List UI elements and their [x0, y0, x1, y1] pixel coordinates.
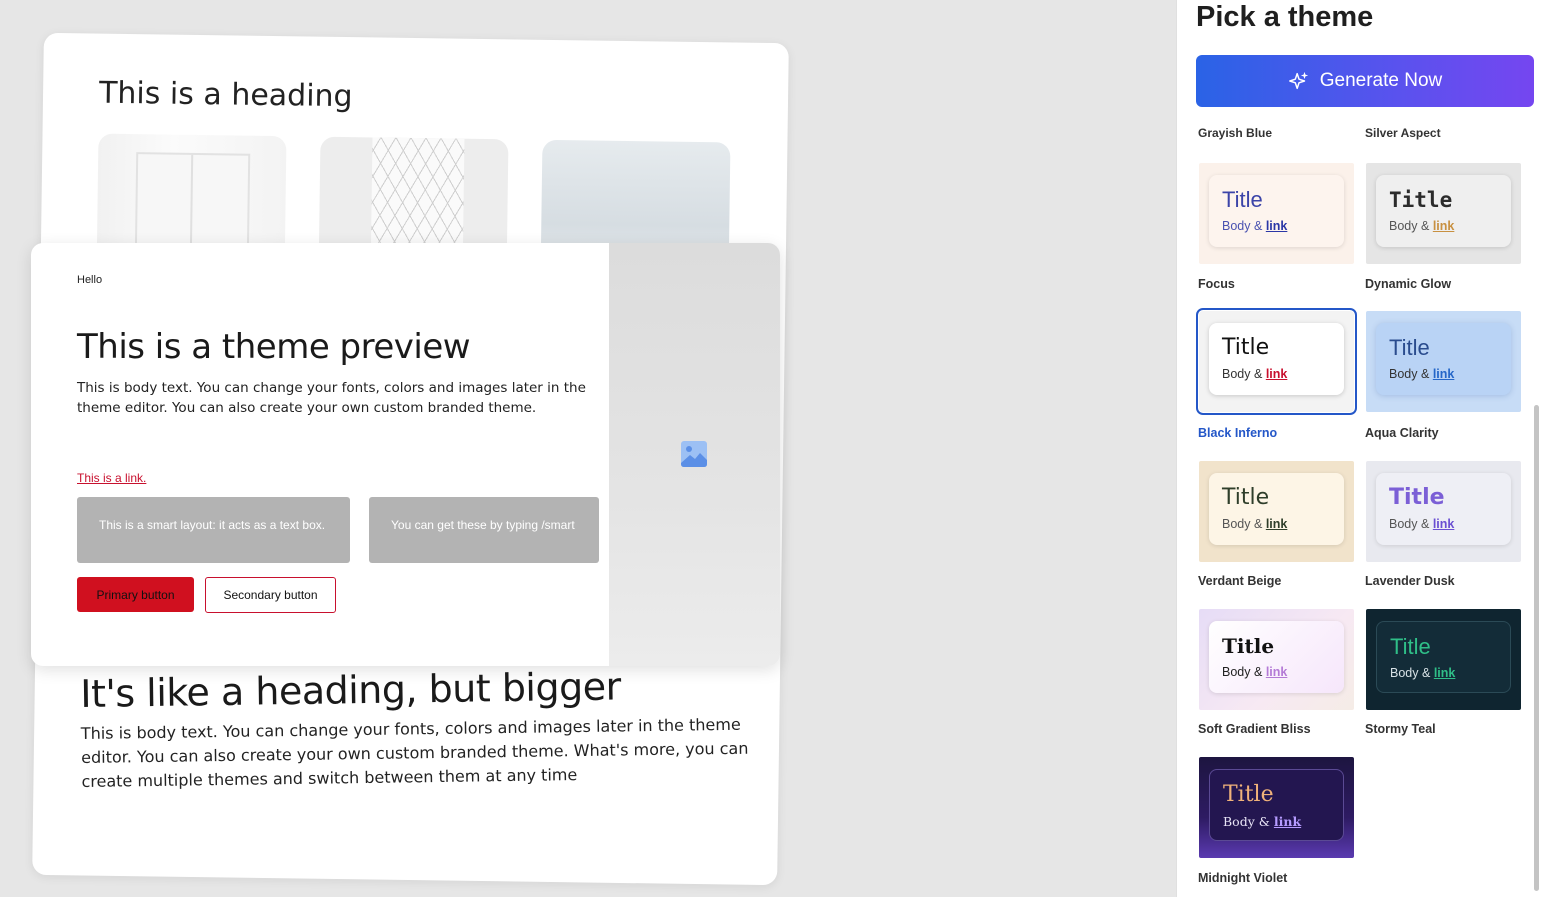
theme-sample-title: Title	[1389, 188, 1453, 212]
background-slide-heading: This is a heading	[98, 75, 353, 115]
theme-sample-card: Title Body & link	[1376, 323, 1511, 395]
generate-now-button[interactable]: Generate Now	[1196, 55, 1534, 107]
theme-name: Midnight Violet	[1198, 871, 1288, 885]
theme-sample-body: Body & link	[1389, 367, 1455, 381]
preview-image-area	[609, 243, 780, 666]
theme-tile-lavender-dusk[interactable]: Title Body & link	[1366, 461, 1521, 562]
panel-title: Pick a theme	[1196, 1, 1374, 33]
big-body-text: This is body text. You can change your f…	[80, 714, 749, 791]
theme-list[interactable]: Grayish Blue Silver Aspect Title Body & …	[1177, 112, 1556, 897]
smart-layout-box: This is a smart layout: it acts as a tex…	[77, 497, 350, 563]
preview-title: This is a theme preview	[77, 327, 471, 367]
preview-label: Hello	[77, 274, 103, 286]
preview-link[interactable]: This is a link.	[77, 471, 146, 485]
theme-tile-verdant-beige[interactable]: Title Body & link	[1199, 461, 1354, 562]
smart-layout-box: You can get these by typing /smart	[369, 497, 599, 563]
theme-sample-title: Title	[1223, 782, 1274, 807]
theme-name: Silver Aspect	[1365, 126, 1441, 140]
theme-sample-card: Title Body & link	[1376, 175, 1511, 247]
theme-tile-aqua-clarity[interactable]: Title Body & link	[1366, 311, 1521, 412]
preview-body-text: This is body text. You can change your f…	[77, 380, 586, 416]
theme-sample-body: Body & link	[1222, 219, 1288, 233]
theme-tile-dynamic-glow[interactable]: Title Body & link	[1366, 163, 1521, 264]
background-slide-text: It's like a heading, but bigger This is …	[80, 663, 762, 794]
theme-sample-card: Title Body & link	[1209, 473, 1344, 545]
theme-sample-card: Title Body & link	[1209, 621, 1344, 693]
theme-sample-body: Body & link	[1222, 665, 1288, 679]
theme-name: Grayish Blue	[1198, 126, 1273, 140]
image-placeholder-icon	[681, 441, 707, 467]
theme-sample-title: Title	[1222, 485, 1270, 510]
theme-name-selected: Black Inferno	[1198, 426, 1278, 440]
theme-name: Soft Gradient Bliss	[1198, 722, 1311, 736]
theme-sample-title: Title	[1390, 634, 1431, 659]
theme-sample-body: Body & link	[1389, 219, 1455, 233]
theme-sample-body: Body & link	[1389, 517, 1455, 531]
theme-sample-title: Title	[1222, 634, 1275, 658]
theme-name: Verdant Beige	[1198, 574, 1282, 588]
theme-tile-midnight-violet[interactable]: Title Body & link	[1199, 757, 1354, 858]
big-heading: It's like a heading, but bigger	[80, 664, 621, 716]
theme-preview-stage: This is a heading Hello This is a theme …	[0, 0, 1176, 897]
theme-sample-card: Title Body & link	[1376, 473, 1511, 545]
theme-sample-body: Body & link	[1390, 666, 1456, 680]
theme-name: Lavender Dusk	[1365, 574, 1455, 588]
theme-sample-title: Title	[1389, 335, 1430, 360]
theme-name: Stormy Teal	[1365, 722, 1436, 736]
secondary-button[interactable]: Secondary button	[205, 577, 336, 613]
primary-button[interactable]: Primary button	[77, 577, 194, 612]
generate-now-label: Generate Now	[1319, 70, 1443, 91]
theme-sample-card: Title Body & link	[1209, 175, 1344, 247]
sparkle-icon	[1288, 71, 1308, 90]
theme-sample-card: Title Body & link	[1209, 769, 1344, 841]
theme-name: Aqua Clarity	[1365, 426, 1439, 440]
theme-name: Focus	[1198, 277, 1235, 291]
theme-sample-card: Title Body & link	[1376, 621, 1511, 693]
theme-tile-black-inferno[interactable]: Title Body & link	[1196, 308, 1357, 415]
theme-tile-focus[interactable]: Title Body & link	[1199, 163, 1354, 264]
theme-picker-panel: Pick a theme Generate Now Grayish Blue S…	[1176, 0, 1556, 897]
theme-preview-card: Hello This is a theme preview This is bo…	[31, 243, 780, 666]
theme-list-scrollbar[interactable]	[1534, 405, 1539, 891]
theme-sample-body: Body & link	[1222, 517, 1288, 531]
theme-tile-soft-gradient-bliss[interactable]: Title Body & link	[1199, 609, 1354, 710]
theme-tile-stormy-teal[interactable]: Title Body & link	[1366, 609, 1521, 710]
theme-sample-card: Title Body & link	[1209, 323, 1344, 395]
theme-sample-title: Title	[1222, 187, 1263, 212]
theme-sample-title: Title	[1389, 485, 1445, 510]
theme-sample-body: Body & link	[1223, 814, 1302, 829]
theme-sample-body: Body & link	[1222, 367, 1288, 381]
theme-name: Dynamic Glow	[1365, 277, 1452, 291]
theme-sample-title: Title	[1222, 335, 1270, 360]
